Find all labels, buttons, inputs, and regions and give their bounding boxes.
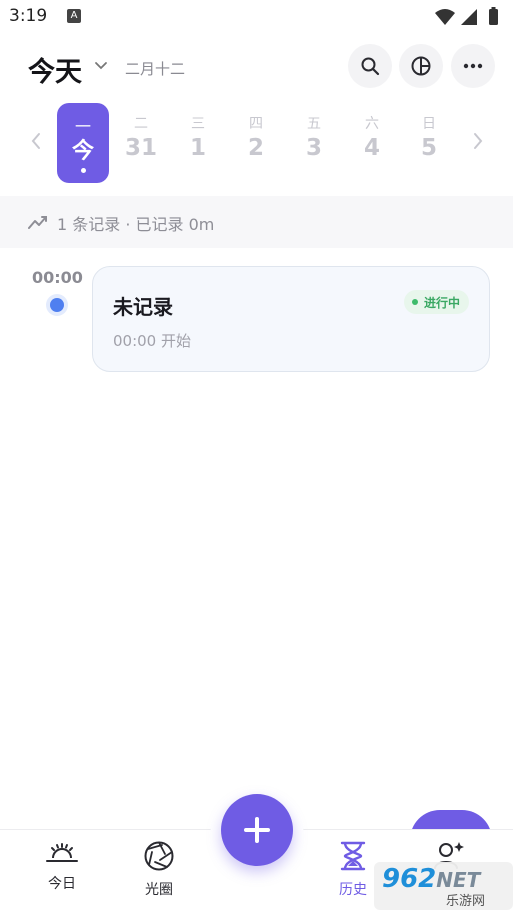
day-weekday: 二 (134, 116, 148, 132)
watermark-sub: 乐游网 (446, 894, 486, 909)
day-tue[interactable]: 二 31 (115, 103, 167, 183)
day-date: 3 (305, 135, 322, 161)
day-weekday: 五 (307, 116, 321, 132)
header: 今天 二月十二 (0, 44, 513, 92)
day-sat[interactable]: 六 4 (346, 103, 398, 183)
aperture-icon (144, 841, 174, 871)
nav-label: 光圈 (145, 882, 173, 898)
day-thu[interactable]: 四 2 (230, 103, 282, 183)
status-dot (411, 299, 418, 305)
day-fri[interactable]: 五 3 (288, 103, 340, 183)
hourglass-icon (340, 841, 366, 871)
nav-item-today[interactable]: 今日 (27, 840, 97, 906)
day-date: 4 (363, 135, 380, 161)
record-title: 未记录 (113, 295, 173, 319)
watermark: 962NET 乐游网 (374, 862, 513, 910)
chevron-left-icon[interactable] (28, 131, 44, 151)
status-bar: 3:19 A (0, 0, 513, 36)
search-button[interactable] (348, 44, 392, 88)
chevron-down-icon[interactable] (94, 58, 108, 72)
record-subtitle: 00:00 开始 (113, 332, 191, 350)
day-wed[interactable]: 三 1 (172, 103, 224, 183)
day-weekday: 一 (74, 117, 91, 136)
notification-icon: A (67, 9, 81, 23)
record-card[interactable]: 未记录 进行中 00:00 开始 (92, 266, 490, 372)
day-date: 今 (71, 139, 94, 164)
timeline-time: 00:00 (32, 268, 83, 287)
more-icon (463, 63, 483, 69)
day-date: 31 (124, 135, 157, 161)
day-weekday: 六 (365, 116, 379, 132)
status-badge: 进行中 (403, 290, 469, 314)
day-date: 5 (420, 135, 437, 161)
wifi-icon (435, 9, 455, 25)
day-date: 1 (189, 135, 206, 161)
sunrise-icon (46, 843, 78, 862)
chevron-right-icon[interactable] (470, 131, 486, 151)
day-weekday: 四 (249, 116, 263, 132)
nav-label: 今日 (48, 876, 76, 892)
day-date: 2 (247, 135, 264, 161)
plus-icon (244, 817, 270, 843)
add-record-button[interactable] (221, 794, 293, 866)
week-strip: 一 今 二 31 三 1 四 2 五 3 六 4 日 5 (0, 103, 513, 183)
status-text: 进行中 (423, 295, 460, 310)
signal-icon (461, 9, 477, 25)
status-time: 3:19 (9, 6, 48, 26)
trend-icon (28, 216, 47, 229)
search-icon (361, 57, 380, 76)
day-weekday: 三 (191, 116, 205, 132)
day-sun[interactable]: 日 5 (403, 103, 455, 183)
day-mon[interactable]: 一 今 (57, 103, 109, 183)
system-status-icons (435, 7, 498, 25)
battery-icon (489, 9, 498, 25)
today-dot (80, 168, 86, 173)
summary-text: 1 条记录 · 已记录 0m (57, 215, 215, 234)
chart-button[interactable] (399, 44, 443, 88)
lunar-date: 二月十二 (125, 60, 186, 78)
page-title[interactable]: 今天 (28, 50, 82, 89)
timeline-dot (50, 298, 64, 312)
nav-item-aperture[interactable]: 光圈 (124, 840, 194, 906)
chart-icon (411, 56, 431, 76)
more-button[interactable] (451, 44, 495, 88)
summary-bar: 1 条记录 · 已记录 0m (0, 196, 513, 248)
day-weekday: 日 (422, 116, 436, 132)
